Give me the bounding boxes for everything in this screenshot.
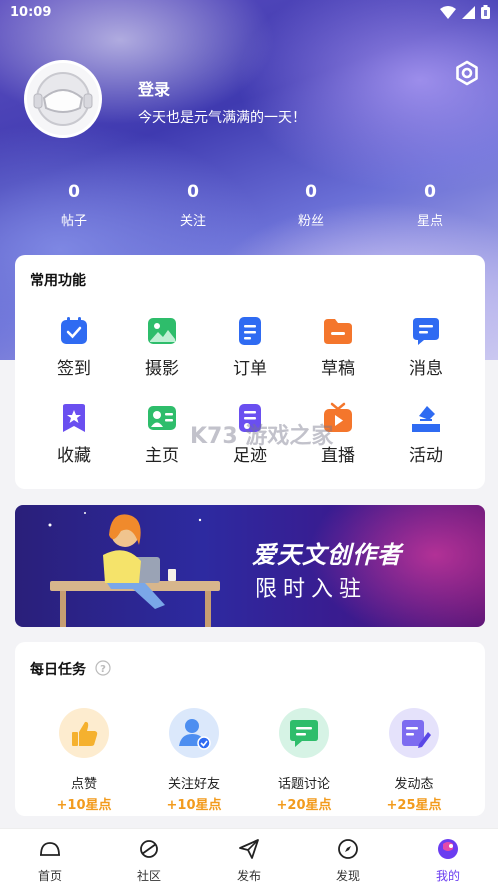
tab-community[interactable]: 社区 — [119, 837, 179, 884]
func-label: 摄影 — [145, 359, 179, 379]
stat-value: 0 — [424, 182, 436, 202]
image-icon — [148, 318, 176, 344]
login-link[interactable]: 登录 — [138, 76, 170, 100]
task-follow-friend[interactable]: 关注好友 +10星点 — [144, 704, 244, 813]
func-sign-in[interactable]: 签到 — [34, 315, 114, 379]
task-name: 话题讨论 — [277, 777, 330, 792]
func-drafts[interactable]: 草稿 — [298, 315, 378, 379]
status-icons — [440, 5, 490, 19]
edit-note-icon — [385, 704, 443, 762]
func-label: 消息 — [409, 359, 443, 379]
bookmark-star-icon — [63, 404, 85, 432]
battery-icon — [481, 5, 490, 19]
stat-value: 0 — [68, 182, 80, 202]
order-icon — [239, 317, 261, 345]
func-label: 订单 — [233, 359, 267, 379]
message-icon — [413, 318, 439, 345]
stat-fans[interactable]: 0 粉丝 — [261, 182, 361, 229]
task-points: +10星点 — [166, 798, 222, 813]
stat-label: 星点 — [416, 214, 443, 229]
func-label: 收藏 — [57, 446, 91, 466]
task-name: 点赞 — [70, 777, 97, 792]
signal-icon — [462, 5, 475, 19]
functions-card: 常用功能 签到 摄影 订单 草稿 消息 收藏 主页 足迹 直播 活动 — [15, 255, 485, 489]
func-messages[interactable]: 消息 — [386, 315, 466, 379]
func-label: 签到 — [57, 359, 91, 379]
task-name: 发动态 — [394, 777, 434, 792]
thumbs-up-icon — [55, 704, 113, 762]
settings-icon[interactable] — [454, 60, 480, 86]
task-post-update[interactable]: 发动态 +25星点 — [364, 704, 464, 813]
banner-subtitle: 限时入驻 — [255, 577, 368, 602]
banner-title: 爱天文创作者 — [252, 541, 402, 569]
profile-card-icon — [148, 406, 176, 430]
func-favorites[interactable]: 收藏 — [34, 402, 114, 466]
wifi-icon — [440, 5, 456, 19]
avatar[interactable] — [24, 60, 102, 138]
stat-label: 关注 — [179, 214, 206, 229]
stat-following[interactable]: 0 关注 — [143, 182, 243, 229]
watermark: K73 游戏之家 — [190, 424, 334, 449]
stat-star-points[interactable]: 0 星点 — [380, 182, 480, 229]
follow-user-icon — [165, 704, 223, 762]
tab-label: 我的 — [435, 869, 460, 883]
task-name: 关注好友 — [167, 777, 220, 792]
tab-label: 首页 — [37, 869, 62, 883]
astronaut-helmet-icon — [33, 72, 93, 126]
status-bar: 10:09 — [0, 0, 498, 26]
func-orders[interactable]: 订单 — [210, 315, 290, 379]
planet-icon — [140, 840, 158, 858]
banner-illustration — [48, 512, 220, 627]
tab-label: 发布 — [236, 869, 261, 883]
stat-label: 帖子 — [60, 214, 87, 229]
daily-tasks-card: 每日任务 ? 点赞 +10星点 关注好友 +10星点 话题讨论 +20星点 发动… — [15, 642, 485, 816]
svg-text:?: ? — [100, 664, 106, 675]
tab-home[interactable]: 首页 — [20, 837, 80, 884]
tab-label: 社区 — [136, 869, 161, 883]
stat-value: 0 — [187, 182, 199, 202]
send-icon — [239, 839, 259, 859]
daily-tasks-title-text: 每日任务 — [30, 662, 86, 678]
chat-icon — [275, 704, 333, 762]
folder-icon — [324, 319, 352, 344]
stat-label: 粉丝 — [297, 214, 324, 229]
task-like[interactable]: 点赞 +10星点 — [34, 704, 134, 813]
home-icon — [40, 842, 60, 856]
task-topic-discussion[interactable]: 话题讨论 +20星点 — [254, 704, 354, 813]
task-points: +10星点 — [56, 798, 112, 813]
profile-stats: 0 帖子 0 关注 0 粉丝 0 星点 — [0, 182, 498, 232]
stat-posts[interactable]: 0 帖子 — [24, 182, 124, 229]
creator-banner[interactable]: 爱天文创作者 限时入驻 — [15, 505, 485, 627]
help-icon[interactable]: ? — [95, 660, 111, 676]
profile-icon — [438, 839, 458, 859]
profile-subtitle: 今天也是元气满满的一天！ — [138, 110, 306, 126]
daily-tasks-title: 每日任务 ? — [30, 659, 111, 679]
profile-section: 登录 今天也是元气满满的一天！ — [24, 60, 484, 140]
func-label: 活动 — [409, 446, 443, 466]
calendar-check-icon — [61, 317, 87, 344]
bottom-tab-bar: 首页 社区 发布 发现 我的 — [0, 828, 498, 885]
functions-title: 常用功能 — [30, 273, 86, 289]
compass-icon — [338, 839, 358, 859]
tab-mine[interactable]: 我的 — [418, 837, 478, 884]
tab-discover[interactable]: 发现 — [318, 837, 378, 884]
status-time: 10:09 — [10, 5, 52, 20]
func-photography[interactable]: 摄影 — [122, 315, 202, 379]
func-activity[interactable]: 活动 — [386, 402, 466, 466]
task-points: +20星点 — [276, 798, 332, 813]
stat-value: 0 — [305, 182, 317, 202]
tab-label: 发现 — [335, 869, 360, 883]
activity-icon — [412, 406, 440, 432]
tab-publish[interactable]: 发布 — [219, 837, 279, 884]
func-label: 草稿 — [321, 359, 355, 379]
task-points: +25星点 — [386, 798, 442, 813]
